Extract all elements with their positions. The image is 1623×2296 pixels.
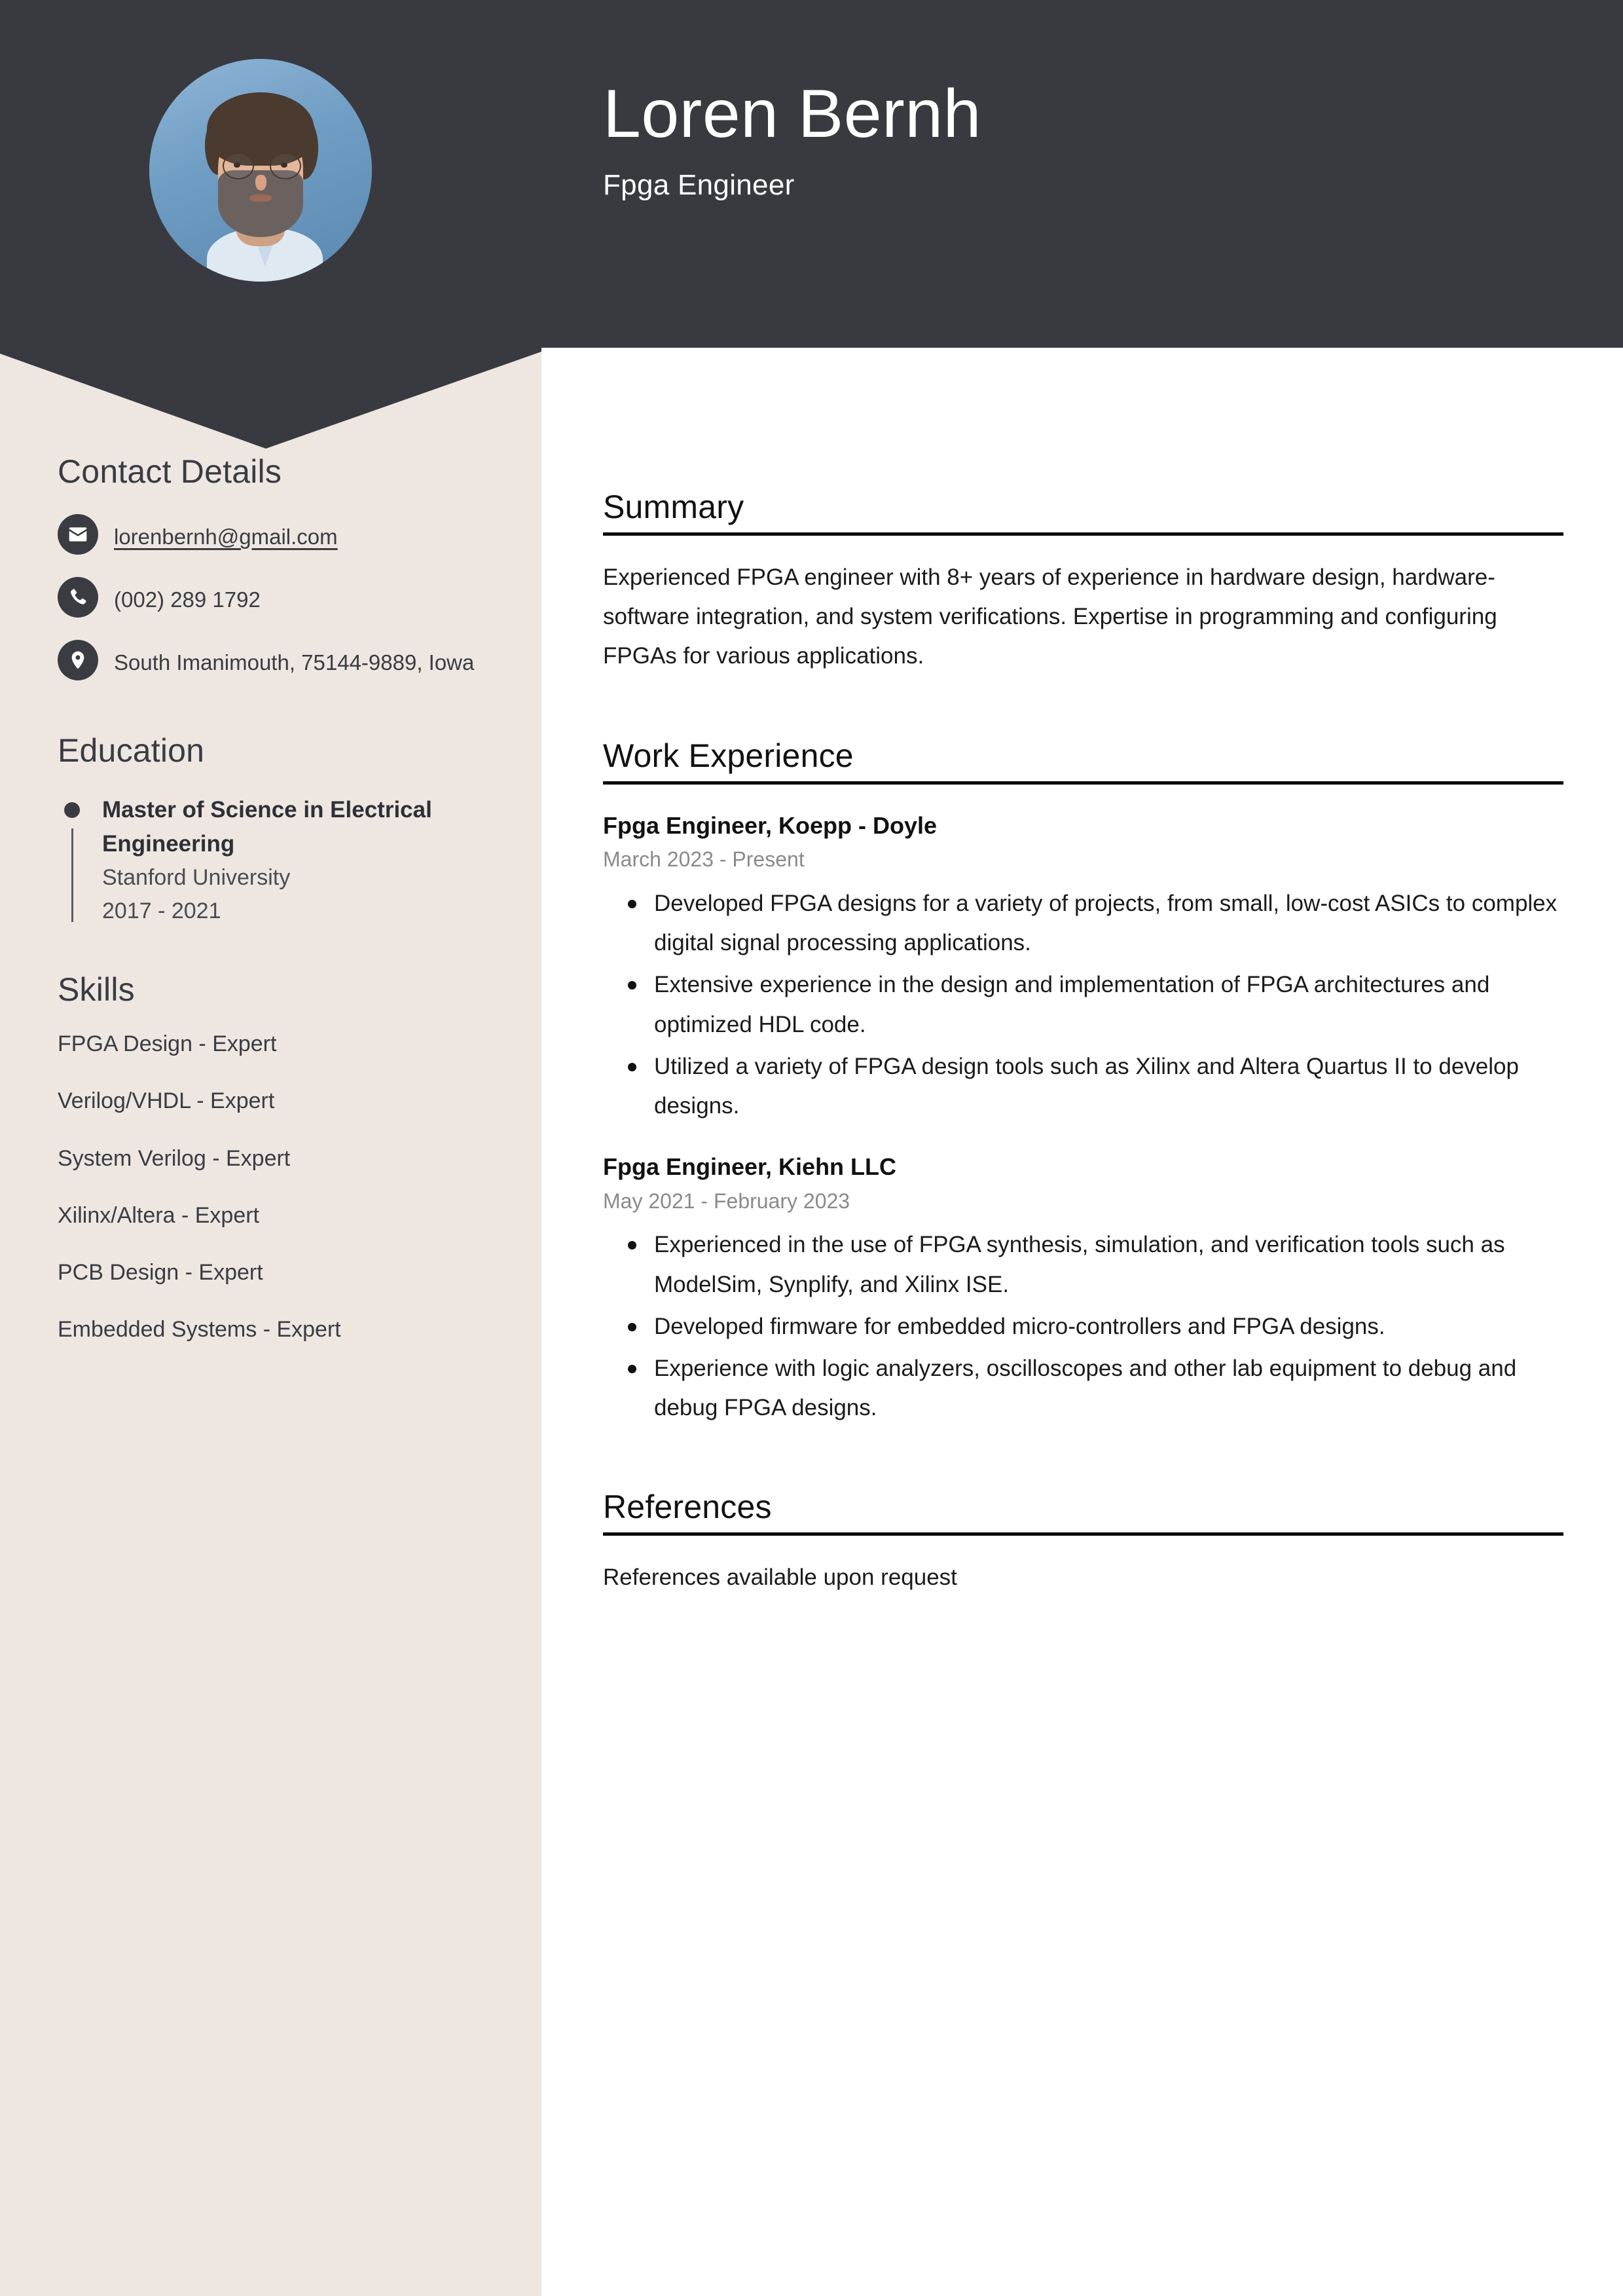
candidate-job-title: Fpga Engineer [603,169,795,201]
contact-item-email[interactable]: lorenbernh@gmail.com [58,514,484,555]
skills-list: FPGA Design - Expert Verilog/VHDL - Expe… [58,1028,484,1346]
work-experience-section: Work Experience Fpga Engineer, Koepp - D… [603,737,1563,1428]
contact-phone-value: (002) 289 1792 [114,587,261,612]
education-degree: Master of Science in Electrical Engineer… [102,797,432,857]
education-heading: Education [58,732,205,769]
identity-block: Loren Bernh Fpga Engineer [603,80,981,202]
job-dates: March 2023 - Present [603,847,805,872]
work-experience-item: Fpga Engineer, Kiehn LLC May 2021 - Febr… [603,1152,1563,1428]
skill-item: FPGA Design - Expert [58,1031,277,1056]
references-text: References available upon request [603,1565,957,1591]
job-bullet-list: Experienced in the use of FPGA synthesis… [603,1225,1563,1428]
candidate-name: Loren Bernh [603,76,981,152]
job-bullet: Extensive experience in the design and i… [628,965,1563,1044]
envelope-icon [58,514,98,555]
skills-heading: Skills [58,971,135,1008]
education-school: Stanford University [102,864,291,890]
references-rule [603,1532,1563,1536]
location-pin-icon [58,640,98,680]
job-bullet: Developed FPGA designs for a variety of … [628,884,1563,963]
education-timeline-line [71,828,73,922]
main-column: Summary Experienced FPGA engineer with 8… [603,488,1563,1658]
avatar-photo [149,59,372,282]
header: Loren Bernh Fpga Engineer [0,0,1623,348]
job-bullet: Developed firmware for embedded micro-co… [628,1307,1563,1346]
contact-list: lorenbernh@gmail.com (002) 289 1792 Sout… [58,514,484,680]
summary-heading: Summary [603,489,744,525]
job-bullet: Experienced in the use of FPGA synthesis… [628,1225,1563,1304]
avatar [149,59,372,282]
job-bullet-list: Developed FPGA designs for a variety of … [603,884,1563,1126]
work-experience-rule [603,781,1563,785]
skill-item: PCB Design - Expert [58,1260,263,1286]
skill-item: Xilinx/Altera - Expert [58,1202,259,1228]
references-section: References References available upon req… [603,1488,1563,1597]
contact-email-value[interactable]: lorenbernh@gmail.com [114,514,338,554]
work-experience-heading: Work Experience [603,737,854,774]
education-bullet-dot [64,802,80,818]
summary-section: Summary Experienced FPGA engineer with 8… [603,488,1563,676]
references-heading: References [603,1489,772,1526]
contact-details-heading: Contact Details [58,453,282,490]
education-item: Master of Science in Electrical Engineer… [58,793,484,929]
contact-item-address: South Imanimouth, 75144-9889, Iowa [58,640,484,680]
summary-text: Experienced FPGA engineer with 8+ years … [603,565,1497,669]
job-bullet: Experience with logic analyzers, oscillo… [628,1349,1563,1428]
job-title-company: Fpga Engineer, Koepp - Doyle [603,811,938,839]
sidebar: Contact Details lorenbernh@gmail.com (00… [0,453,541,1346]
job-dates: May 2021 - February 2023 [603,1189,850,1213]
contact-item-phone[interactable]: (002) 289 1792 [58,577,484,618]
phone-icon [58,577,98,618]
skill-item: System Verilog - Expert [58,1145,291,1171]
summary-rule [603,532,1563,536]
resume-page: Loren Bernh Fpga Engineer Contact Detail… [0,0,1623,2296]
skill-item: Verilog/VHDL - Expert [58,1088,275,1114]
job-bullet: Utilized a variety of FPGA design tools … [628,1047,1563,1126]
education-dates: 2017 - 2021 [102,898,221,924]
job-title-company: Fpga Engineer, Kiehn LLC [603,1153,897,1181]
skill-item: Embedded Systems - Expert [58,1317,341,1342]
contact-address-value: South Imanimouth, 75144-9889, Iowa [114,650,475,675]
work-experience-item: Fpga Engineer, Koepp - Doyle March 2023 … [603,811,1563,1126]
